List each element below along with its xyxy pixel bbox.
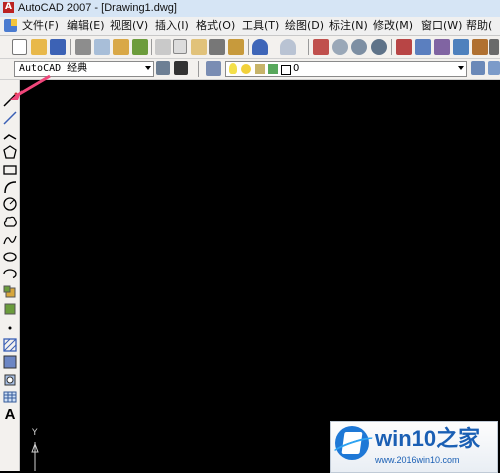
lightbulb-icon[interactable]	[229, 63, 237, 74]
menu-bar: 文件(F) 编辑(E) 视图(V) 插入(I) 格式(O) 工具(T) 绘图(D…	[0, 17, 500, 36]
calculator-icon[interactable]	[489, 39, 499, 55]
toolbar-separator	[248, 39, 249, 55]
autocad-app-icon[interactable]: A	[3, 2, 14, 13]
multiline-text-icon[interactable]: A	[2, 407, 18, 423]
layer-select[interactable]: 0	[225, 61, 467, 77]
construction-line-icon[interactable]	[2, 110, 18, 126]
match-properties-icon[interactable]	[209, 39, 225, 55]
watermark: win10之家 www.2016win10.com	[330, 421, 498, 473]
hatch-icon[interactable]	[2, 337, 18, 353]
workspace-settings-icon[interactable]	[156, 61, 170, 75]
properties-icon[interactable]	[396, 39, 412, 55]
menu-window[interactable]: 窗口(W)	[421, 19, 462, 33]
revision-cloud-icon[interactable]	[2, 214, 18, 230]
pan-icon[interactable]	[313, 39, 329, 55]
ellipse-icon[interactable]	[2, 249, 18, 265]
arc-icon[interactable]	[2, 179, 18, 195]
block-editor-icon[interactable]	[228, 39, 244, 55]
chevron-down-icon	[145, 66, 151, 70]
sun-icon[interactable]	[241, 64, 251, 74]
spline-icon[interactable]	[2, 232, 18, 248]
save-workspace-icon[interactable]	[174, 61, 188, 75]
draw-toolbar: A	[0, 80, 20, 471]
title-bar: A AutoCAD 2007 - [Drawing1.dwg]	[0, 0, 500, 18]
polyline-icon[interactable]	[2, 127, 18, 143]
new-icon[interactable]	[12, 39, 27, 55]
toolbar-separator	[198, 61, 199, 77]
region-icon[interactable]	[2, 372, 18, 388]
lock-icon[interactable]	[255, 64, 265, 74]
window-title: AutoCAD 2007 - [Drawing1.dwg]	[18, 2, 177, 14]
menu-view[interactable]: 视图(V)	[110, 19, 148, 33]
plot-preview-icon[interactable]	[94, 39, 110, 55]
ucs-icon: Y	[26, 428, 42, 471]
cut-icon[interactable]	[155, 39, 171, 55]
menu-modify[interactable]: 修改(M)	[373, 19, 413, 33]
insert-block-icon[interactable]	[2, 284, 18, 300]
menu-insert[interactable]: 插入(I)	[155, 19, 189, 33]
layer-previous-icon[interactable]	[488, 61, 500, 75]
markup-icon[interactable]	[472, 39, 488, 55]
toolbar-separator	[70, 39, 71, 55]
sheet-set-icon[interactable]	[453, 39, 469, 55]
save-icon[interactable]	[50, 39, 66, 55]
redo-icon[interactable]	[280, 39, 296, 55]
polygon-icon[interactable]	[2, 144, 18, 160]
color-swatch-icon	[281, 65, 291, 75]
tool-palettes-icon[interactable]	[434, 39, 450, 55]
menu-file[interactable]: 文件(F)	[22, 19, 59, 33]
copy-icon[interactable]	[173, 39, 187, 54]
ellipse-arc-icon[interactable]	[2, 266, 18, 282]
menu-draw[interactable]: 绘图(D)	[285, 19, 324, 33]
table-icon[interactable]	[2, 389, 18, 405]
chevron-down-icon	[458, 66, 464, 70]
drawing-canvas[interactable]	[20, 80, 500, 471]
plot-icon[interactable]	[75, 39, 91, 55]
menu-tools[interactable]: 工具(T)	[242, 19, 279, 33]
document-menu-icon[interactable]	[4, 19, 17, 32]
make-layer-current-icon[interactable]	[471, 61, 485, 75]
menu-help[interactable]: 帮助(	[466, 19, 492, 33]
toolbar-separator	[391, 39, 392, 55]
undo-icon[interactable]	[252, 39, 268, 55]
standard-toolbar	[0, 36, 500, 59]
3d-dwf-icon[interactable]	[132, 39, 148, 55]
rectangle-icon[interactable]	[2, 162, 18, 178]
menu-edit[interactable]: 编辑(E)	[67, 19, 105, 33]
gradient-icon[interactable]	[2, 354, 18, 370]
annotation-arrow	[10, 74, 51, 100]
zoom-realtime-icon[interactable]	[332, 39, 348, 55]
menu-dimension[interactable]: 标注(N)	[329, 19, 368, 33]
workspace-layer-toolbar: AutoCAD 经典 0	[0, 59, 500, 80]
zoom-previous-icon[interactable]	[371, 39, 387, 55]
layer-manager-icon[interactable]	[206, 61, 221, 76]
plot-status-icon[interactable]	[268, 64, 278, 74]
menu-format[interactable]: 格式(O)	[196, 19, 235, 33]
toolbar-separator	[308, 39, 309, 55]
point-icon[interactable]	[2, 320, 18, 336]
circle-icon[interactable]	[2, 196, 18, 212]
open-icon[interactable]	[31, 39, 47, 55]
toolbar-separator	[151, 39, 152, 55]
watermark-url: www.2016win10.com	[375, 455, 460, 465]
layer-name: 0	[293, 63, 300, 74]
watermark-title: win10之家	[375, 426, 481, 451]
win10-logo-icon	[335, 426, 369, 460]
paste-icon[interactable]	[191, 39, 207, 55]
design-center-icon[interactable]	[415, 39, 431, 55]
make-block-icon[interactable]	[2, 301, 18, 317]
publish-icon[interactable]	[113, 39, 129, 55]
zoom-window-icon[interactable]	[351, 39, 367, 55]
